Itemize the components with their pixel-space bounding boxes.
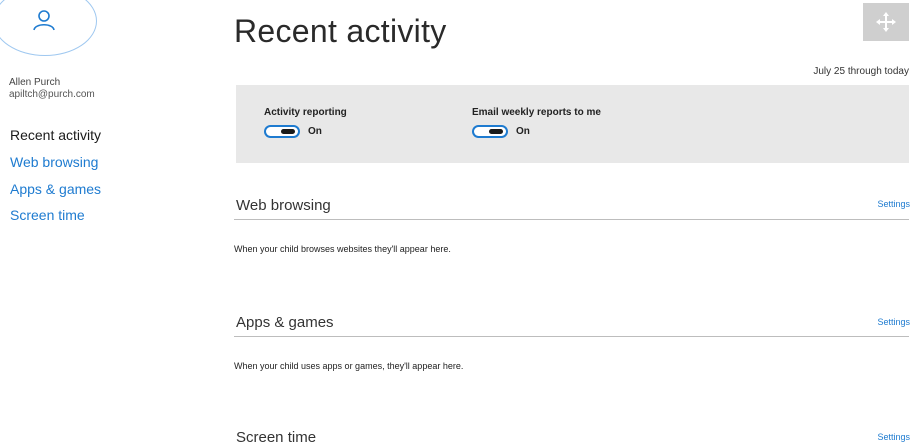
- move-button[interactable]: [863, 3, 909, 41]
- sidebar-item-recent-activity[interactable]: Recent activity: [10, 127, 101, 143]
- user-email: apiltch@purch.com: [9, 89, 95, 100]
- apps-games-settings-link[interactable]: Settings: [877, 317, 910, 327]
- sidebar-item-web-browsing[interactable]: Web browsing: [10, 154, 98, 170]
- web-browsing-heading: Web browsing: [236, 197, 331, 214]
- email-reports-row: On: [472, 125, 601, 138]
- user-name: Allen Purch: [9, 77, 61, 88]
- screen-time-heading: Screen time: [236, 429, 317, 445]
- web-browsing-settings-link[interactable]: Settings: [877, 199, 910, 209]
- email-reports-group: Email weekly reports to me On: [472, 107, 601, 138]
- apps-games-description: When your child uses apps or games, they…: [234, 361, 464, 371]
- move-arrows-icon: [876, 12, 896, 32]
- reporting-settings-panel: Activity reporting On Email weekly repor…: [236, 85, 909, 163]
- email-reports-label: Email weekly reports to me: [472, 107, 601, 118]
- page-title: Recent activity: [234, 13, 447, 49]
- date-range: July 25 through today: [813, 66, 909, 77]
- app-window: Allen Purch apiltch@purch.com Recent act…: [0, 0, 919, 445]
- person-icon: [33, 10, 55, 31]
- activity-reporting-group: Activity reporting On: [264, 107, 347, 138]
- activity-reporting-toggle[interactable]: [264, 125, 300, 138]
- email-reports-toggle[interactable]: [472, 125, 508, 138]
- sidebar: Allen Purch apiltch@purch.com Recent act…: [0, 0, 200, 445]
- activity-reporting-label: Activity reporting: [264, 107, 347, 118]
- avatar: [0, 0, 97, 56]
- activity-reporting-state: On: [308, 126, 322, 137]
- email-reports-state: On: [516, 126, 530, 137]
- sidebar-item-screen-time[interactable]: Screen time: [10, 207, 85, 223]
- divider: [234, 336, 909, 337]
- screen-time-settings-link[interactable]: Settings: [877, 432, 910, 442]
- divider: [234, 219, 909, 220]
- activity-reporting-row: On: [264, 125, 347, 138]
- web-browsing-description: When your child browses websites they'll…: [234, 244, 451, 254]
- toggle-knob: [489, 129, 503, 134]
- toggle-knob: [281, 129, 295, 134]
- apps-games-heading: Apps & games: [236, 314, 334, 331]
- sidebar-item-apps-games[interactable]: Apps & games: [10, 181, 101, 197]
